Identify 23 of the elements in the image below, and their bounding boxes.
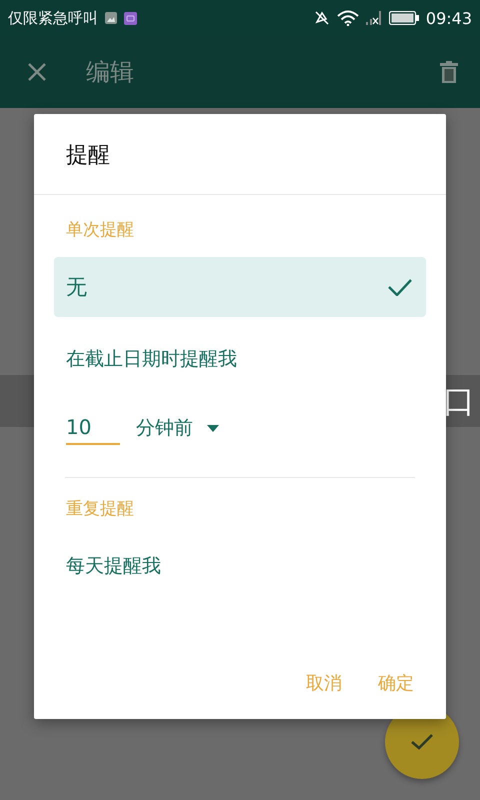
trash-icon[interactable] [440, 61, 458, 83]
signal-icon [366, 11, 382, 25]
image-icon [105, 12, 117, 24]
section-heading: 单次提醒 [65, 219, 135, 242]
check-icon [388, 278, 412, 296]
message-icon [124, 12, 137, 24]
check-icon [411, 734, 433, 750]
section-heading: 重复提醒 [65, 498, 135, 521]
screen-title: 编辑 [86, 57, 134, 88]
option-row[interactable]: 无 [54, 257, 426, 317]
dropdown-icon [207, 424, 219, 432]
banner-text: 口 [443, 381, 475, 421]
wifi-icon [336, 10, 359, 26]
option-row[interactable]: 在截止日期时提醒我 [54, 329, 426, 389]
dialog-title: 提醒 [65, 142, 111, 170]
muted-icon [314, 10, 330, 26]
close-icon[interactable] [28, 63, 46, 81]
clock-time: 09:43 [426, 8, 472, 28]
unit-dropdown[interactable]: 分钟前 [136, 415, 219, 441]
minutes-field[interactable]: 10 [66, 411, 120, 445]
option-row[interactable]: 每天提醒我 [54, 536, 426, 596]
carrier-text: 仅限紧急呼叫 [8, 8, 98, 28]
battery-icon [388, 11, 419, 25]
